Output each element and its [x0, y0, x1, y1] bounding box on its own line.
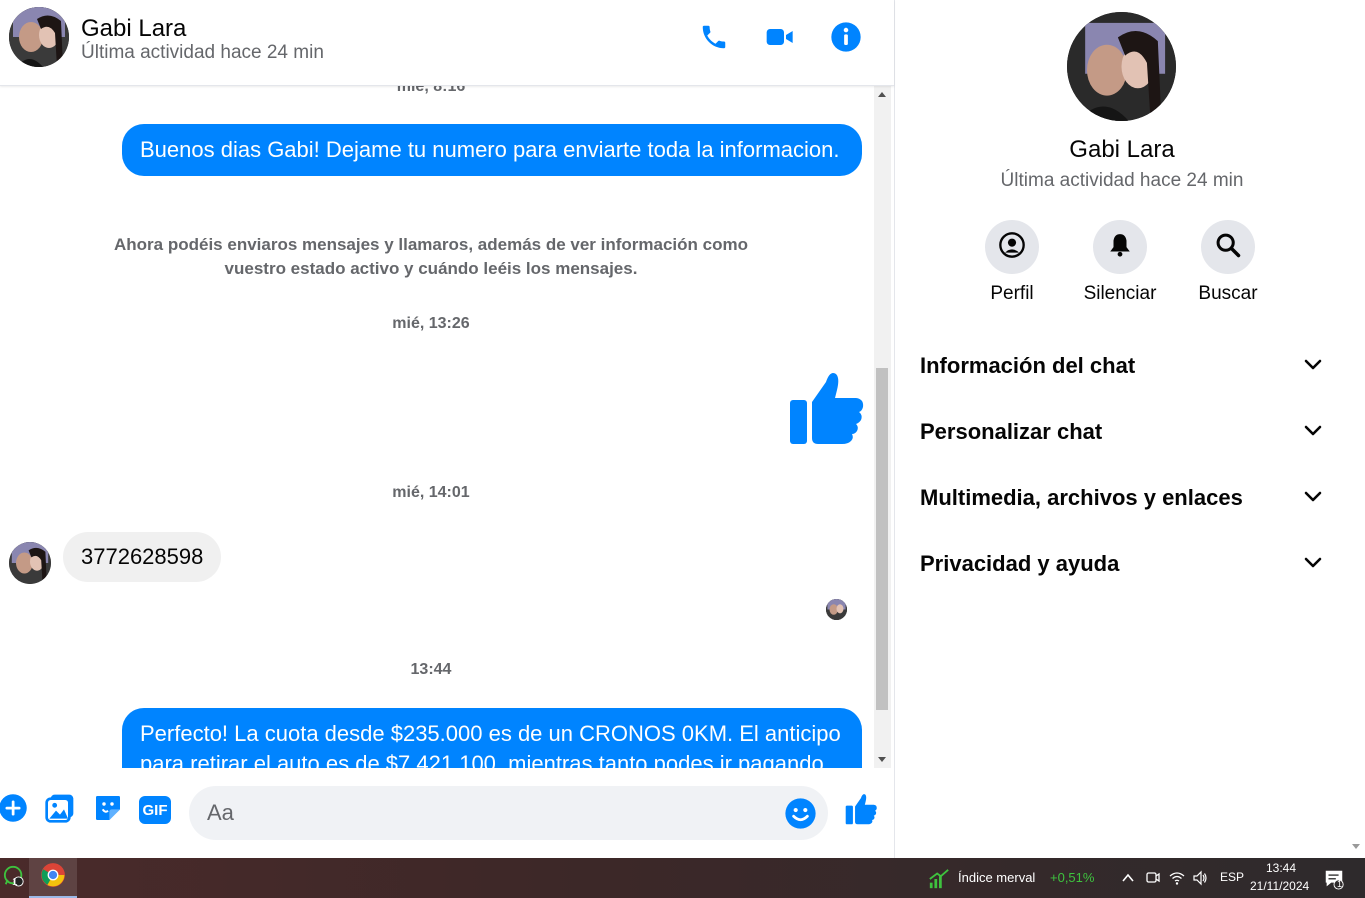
section-title: Multimedia, archivos y enlaces: [920, 485, 1243, 510]
mute-label: Silenciar: [1083, 283, 1157, 304]
page-scrollbar[interactable]: [1348, 0, 1365, 858]
chat-column: Gabi Lara Última actividad hace 24 min m…: [0, 0, 894, 858]
send-like-button[interactable]: [843, 793, 879, 829]
chat-header: Gabi Lara Última actividad hace 24 min: [0, 0, 894, 86]
timestamp: mié, 13:26: [392, 315, 470, 332]
emoji-icon: [784, 798, 817, 834]
panel-contact-status: Última actividad hace 24 min: [1000, 170, 1244, 191]
chevron-down-icon: [1304, 490, 1322, 504]
chevron-down-icon: [1304, 556, 1322, 570]
chrome-icon: [40, 862, 66, 893]
mute-button[interactable]: Silenciar: [1070, 220, 1170, 305]
message-scrollbar[interactable]: [874, 86, 891, 768]
outgoing-message[interactable]: Perfecto! La cuota desde $235.000 es de …: [122, 708, 862, 768]
section-customize-chat[interactable]: Personalizar chat: [895, 406, 1349, 458]
scroll-up-arrow[interactable]: [878, 92, 886, 97]
clock-date[interactable]: 21/11/2024: [1250, 879, 1309, 893]
profile-button[interactable]: Perfil: [962, 220, 1062, 305]
chevron-down-icon: [1304, 424, 1322, 438]
contact-avatar-small: [9, 542, 51, 584]
whatsapp-badge: 1: [12, 877, 18, 888]
scroll-down-arrow[interactable]: [878, 757, 886, 762]
timestamp: 13:44: [410, 661, 452, 678]
whatsapp-taskbar-button[interactable]: 1: [0, 858, 28, 898]
read-receipt-avatar: [826, 599, 847, 620]
timestamp: mié, 14:01: [392, 484, 470, 501]
chevron-up-icon[interactable]: [1120, 870, 1136, 886]
call-button[interactable]: [696, 19, 732, 55]
notification-badge: 1: [1337, 879, 1343, 889]
chevron-down-icon: [1304, 358, 1322, 372]
section-title: Personalizar chat: [920, 419, 1103, 444]
search-button[interactable]: Buscar: [1178, 220, 1278, 305]
gif-icon: GIF: [139, 796, 171, 824]
stock-chart-icon[interactable]: [928, 868, 950, 890]
contact-status: Última actividad hace 24 min: [81, 42, 324, 63]
bell-icon: [1107, 232, 1133, 263]
chat-info-button[interactable]: [828, 19, 864, 55]
sticker-button[interactable]: [92, 794, 124, 826]
system-notice: Ahora podéis enviaros mensajes y llamaro…: [114, 235, 748, 278]
more-actions-button[interactable]: [0, 793, 29, 828]
thumbs-up-icon: [786, 373, 866, 452]
panel-contact-name: Gabi Lara: [1069, 136, 1175, 163]
chrome-taskbar-button[interactable]: [29, 858, 77, 898]
contact-name[interactable]: Gabi Lara: [81, 15, 186, 43]
scroll-thumb[interactable]: [876, 368, 888, 710]
plus-icon: [0, 793, 28, 828]
meet-now-icon[interactable]: [1145, 870, 1161, 886]
section-privacy-support[interactable]: Privacidad y ayuda: [895, 538, 1349, 590]
sticker-icon: [92, 792, 124, 829]
section-media-files-links[interactable]: Multimedia, archivos y enlaces: [895, 472, 1349, 524]
attach-image-button[interactable]: [44, 794, 76, 826]
message-list[interactable]: mié, 8:16 Buenos dias Gabi! Dejame tu nu…: [0, 86, 874, 768]
section-title: Privacidad y ayuda: [920, 551, 1120, 576]
video-icon: [764, 21, 796, 53]
section-title: Información del chat: [920, 353, 1136, 378]
info-icon: [830, 21, 862, 53]
stock-change: +0,51%: [1050, 870, 1095, 885]
clock-time[interactable]: 13:44: [1266, 861, 1296, 875]
message-composer: GIF: [0, 768, 894, 858]
contact-avatar[interactable]: [9, 7, 69, 67]
search-icon: [1214, 231, 1242, 264]
image-icon: [44, 792, 76, 829]
windows-taskbar: 1 Índice merval +0,51% ESP 13:44 21/11/2…: [0, 858, 1365, 898]
wifi-icon[interactable]: [1169, 870, 1185, 886]
stock-name[interactable]: Índice merval: [958, 870, 1035, 885]
page-scroll-down-arrow[interactable]: [1352, 844, 1360, 849]
gif-button[interactable]: GIF: [139, 794, 171, 826]
section-chat-info[interactable]: Información del chat: [895, 340, 1349, 392]
message-input[interactable]: [189, 786, 828, 840]
outgoing-like-message[interactable]: [786, 368, 866, 448]
phone-icon: [699, 22, 729, 52]
contact-avatar-large[interactable]: [1067, 12, 1176, 121]
search-label: Buscar: [1198, 283, 1258, 304]
like-icon: [844, 792, 878, 831]
profile-label: Perfil: [990, 283, 1034, 304]
profile-icon: [998, 231, 1026, 264]
timestamp: mié, 8:16: [396, 86, 466, 95]
conversation-details-panel: Gabi Lara Última actividad hace 24 min P…: [894, 0, 1348, 858]
emoji-button[interactable]: [784, 797, 817, 830]
input-language[interactable]: ESP: [1220, 870, 1244, 884]
outgoing-message[interactable]: Buenos dias Gabi! Dejame tu numero para …: [122, 124, 862, 176]
video-call-button[interactable]: [762, 19, 798, 55]
incoming-message[interactable]: 3772628598: [63, 532, 222, 582]
volume-icon[interactable]: [1192, 870, 1208, 886]
messenger-window: Gabi Lara Última actividad hace 24 min m…: [0, 0, 1365, 898]
